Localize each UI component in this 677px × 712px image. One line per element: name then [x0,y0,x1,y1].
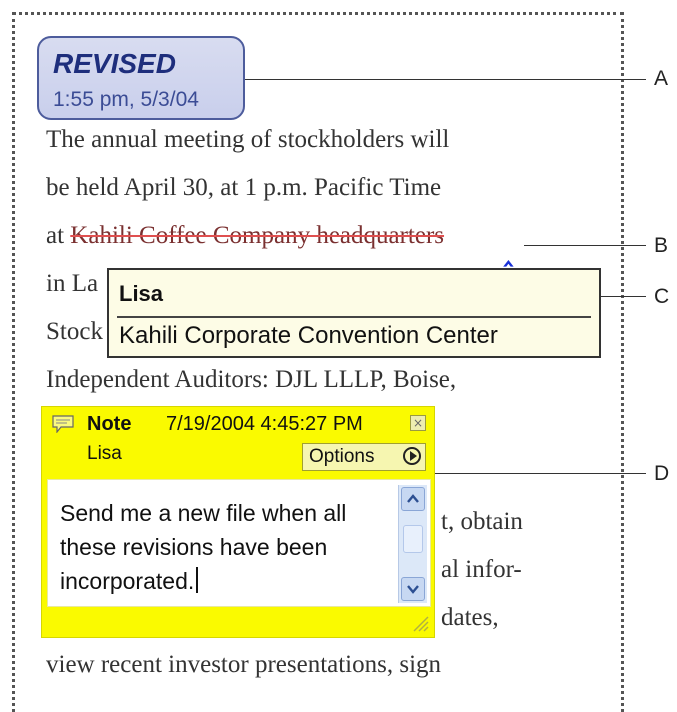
document-last-line: view recent investor presentations, sign [46,651,442,678]
insert-caret-icon[interactable]: ‸ [504,236,513,267]
note-text: Send me a new file when all these revisi… [60,500,347,594]
note-text-field[interactable]: Send me a new file when all these revisi… [47,479,431,607]
chevron-right-icon [403,447,421,465]
stamp-date: 1:55 pm, 5/3/04 [53,88,199,111]
strikethrough-text[interactable]: Kahili Coffee Company headquarters [70,222,444,249]
note-title: Note [87,413,132,435]
options-label: Options [309,446,375,467]
document-fragment-2: al infor- [441,556,522,583]
callout-label-d: D [654,462,670,485]
scroll-up-button[interactable] [401,487,425,511]
replacement-tooltip: Lisa Kahili Corporate Convention Center [107,268,601,358]
document-line-4: in La [46,270,99,297]
resize-grip-icon[interactable] [408,611,430,633]
document-line-6: Independent Auditors: DJL LLLP, Boise, [46,366,457,393]
options-button[interactable]: Options [302,443,426,471]
note-datetime: 7/19/2004 4:45:27 PM [166,413,363,435]
document-fragment-3: dates, [441,604,499,631]
chevron-up-icon [407,494,419,503]
tooltip-text: Kahili Corporate Convention Center [119,322,498,349]
scroll-thumb[interactable] [403,525,423,553]
document-line-5: Stock [46,318,103,345]
chevron-down-icon [407,585,419,594]
close-icon[interactable]: × [410,415,426,431]
callout-line-d [435,473,646,474]
document-fragment-1: t, obtain [441,508,523,535]
note-scrollbar[interactable] [398,485,427,603]
note-icon [52,415,74,433]
callout-label-c: C [654,285,670,308]
callout-line-c [601,296,646,297]
callout-line-b [524,245,646,246]
note-popup[interactable]: Note 7/19/2004 4:45:27 PM × Lisa Options… [41,406,435,638]
callout-label-a: A [654,67,669,90]
text-cursor [196,567,199,593]
tooltip-divider [117,316,591,318]
revised-stamp[interactable]: REVISED 1:55 pm, 5/3/04 [37,36,245,120]
line-3-prefix: at [46,222,71,249]
stamp-title: REVISED [53,48,176,79]
document-line-2: be held April 30, at 1 p.m. Pacific Time [46,174,442,201]
note-author: Lisa [87,443,122,464]
scroll-down-button[interactable] [401,577,425,601]
document-line-1: The annual meeting of stockholders will [46,126,450,153]
callout-line-a [245,79,646,80]
tooltip-author: Lisa [119,281,164,306]
note-text-content: Send me a new file when all these revisi… [60,496,390,598]
document-line-3: at Kahili Coffee Company headquarters [46,222,444,250]
callout-label-b: B [654,234,669,257]
